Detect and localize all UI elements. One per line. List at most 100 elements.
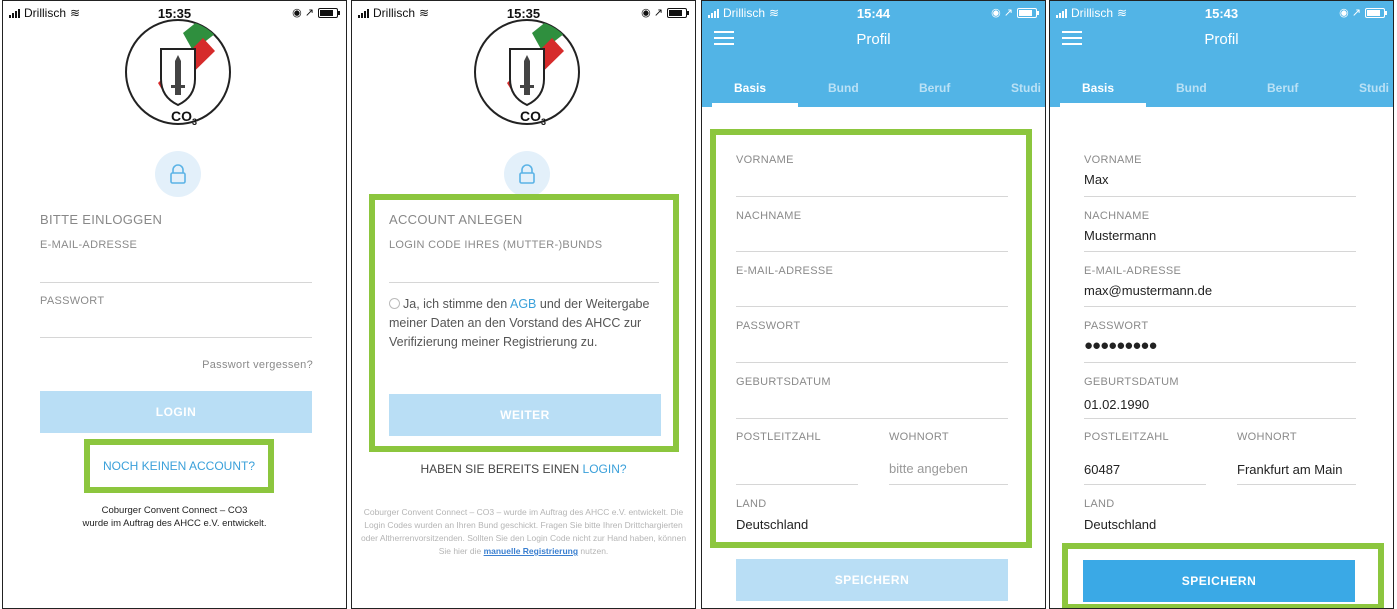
birthdate-label: GEBURTSDATUM: [1084, 376, 1179, 388]
email-input[interactable]: [40, 282, 312, 283]
email-label: E-MAIL-ADRESSE: [736, 265, 834, 277]
active-tab-indicator: [1060, 103, 1146, 107]
agb-link[interactable]: AGB: [510, 297, 536, 311]
tab-bund[interactable]: Bund: [828, 81, 859, 95]
battery-icon: [1365, 7, 1387, 18]
profile-header: Drillisch ≋ 15:44 ◉ ↗ Profil Basis Bund B…: [702, 1, 1045, 107]
lastname-input[interactable]: Mustermann: [1084, 228, 1156, 243]
zip-underline: [1084, 484, 1206, 485]
tab-studium[interactable]: Studi: [1011, 81, 1041, 95]
svg-text:CO: CO: [520, 108, 541, 124]
location-icon: ◉ ↗: [1339, 7, 1361, 19]
password-input[interactable]: [40, 337, 312, 338]
battery-icon: [667, 7, 689, 18]
footer-end: nutzen.: [578, 546, 609, 556]
lastname-label: NACHNAME: [1084, 210, 1150, 222]
password-input[interactable]: [736, 362, 1008, 363]
zip-label: POSTLEITZAHL: [1084, 431, 1169, 443]
tab-studium[interactable]: Studi: [1359, 81, 1389, 95]
tab-basis[interactable]: Basis: [734, 81, 766, 95]
birthdate-input[interactable]: 01.02.1990: [1084, 397, 1149, 412]
password-label: PASSWORT: [736, 320, 801, 332]
firstname-input[interactable]: Max: [1084, 172, 1109, 187]
city-label: WOHNORT: [1237, 431, 1297, 443]
lastname-label: NACHNAME: [736, 210, 802, 222]
tab-beruf[interactable]: Beruf: [919, 81, 950, 95]
register-footer: Coburger Convent Connect – CO3 – wurde i…: [358, 506, 689, 558]
country-label: LAND: [736, 498, 767, 510]
lastname-underline: [1084, 251, 1356, 252]
firstname-label: VORNAME: [1084, 154, 1142, 166]
have-account-text: HABEN SIE BEREITS EINEN LOGIN?: [352, 462, 695, 476]
login-button[interactable]: LOGIN: [40, 391, 312, 433]
co3-logo: CO 3: [474, 19, 580, 127]
lastname-input[interactable]: [736, 251, 1008, 252]
page-title: Profil: [856, 31, 891, 48]
next-button[interactable]: WEITER: [389, 394, 661, 436]
consent-pre: Ja, ich stimme den: [403, 297, 510, 311]
birthdate-label: GEBURTSDATUM: [736, 376, 831, 388]
battery-icon: [1017, 7, 1039, 18]
email-label: E-MAIL-ADRESSE: [1084, 265, 1182, 277]
login-code-label: LOGIN CODE IHRES (MUTTER-)BUNDS: [389, 239, 603, 251]
svg-text:3: 3: [192, 117, 197, 127]
location-icon: ◉ ↗: [292, 7, 314, 19]
lock-icon: [504, 151, 550, 197]
login-link[interactable]: LOGIN?: [583, 462, 627, 476]
status-bar: Drillisch ≋ 15:44 ◉ ↗: [702, 1, 1045, 23]
tab-bund[interactable]: Bund: [1176, 81, 1207, 95]
register-heading: ACCOUNT ANLEGEN: [389, 212, 523, 227]
profile-filled-screen: Drillisch ≋ 15:43 ◉ ↗ Profil Basis Bund B…: [1049, 0, 1394, 609]
zip-input[interactable]: [736, 484, 858, 485]
profile-header: Drillisch ≋ 15:43 ◉ ↗ Profil Basis Bund B…: [1050, 1, 1393, 107]
country-select[interactable]: Deutschland: [736, 517, 808, 532]
svg-text:CO: CO: [171, 108, 192, 124]
city-input[interactable]: bitte angeben: [889, 461, 968, 476]
register-screen: Drillisch ≋ 15:35 ◉ ↗ CO 3 ACCOUNT ANLEGE…: [351, 0, 696, 609]
save-button[interactable]: SPEICHERN: [736, 559, 1008, 601]
city-underline: [1237, 484, 1356, 485]
location-icon: ◉ ↗: [641, 7, 663, 19]
save-button[interactable]: SPEICHERN: [1083, 560, 1355, 602]
zip-input[interactable]: 60487: [1084, 462, 1120, 477]
have-account-label: HABEN SIE BEREITS EINEN: [420, 462, 583, 476]
battery-icon: [318, 7, 340, 18]
city-input-line: [889, 484, 1008, 485]
co3-logo: CO 3: [125, 19, 231, 127]
city-input[interactable]: Frankfurt am Main: [1237, 462, 1342, 477]
email-input[interactable]: max@mustermann.de: [1084, 283, 1212, 298]
email-input[interactable]: [736, 306, 1008, 307]
country-label: LAND: [1084, 498, 1115, 510]
no-account-link[interactable]: NOCH KEINEN ACCOUNT?: [90, 459, 268, 473]
firstname-input[interactable]: [736, 196, 1008, 197]
login-code-input[interactable]: [389, 282, 659, 283]
firstname-underline: [1084, 196, 1356, 197]
consent-checkbox[interactable]: [389, 298, 400, 309]
city-label: WOHNORT: [889, 431, 949, 443]
password-label: PASSWORT: [40, 295, 105, 307]
location-icon: ◉ ↗: [991, 7, 1013, 19]
tab-basis[interactable]: Basis: [1082, 81, 1114, 95]
birthdate-input[interactable]: [736, 418, 1008, 419]
profile-empty-screen: Drillisch ≋ 15:44 ◉ ↗ Profil Basis Bund B…: [701, 0, 1046, 609]
password-input[interactable]: ●●●●●●●●●: [1084, 337, 1158, 354]
email-underline: [1084, 306, 1356, 307]
manual-registration-link[interactable]: manuelle Registrierung: [484, 546, 578, 556]
login-heading: BITTE EINLOGGEN: [40, 212, 163, 227]
email-label: E-MAIL-ADRESSE: [40, 239, 138, 251]
login-footer: Coburger Convent Connect – CO3 wurde im …: [3, 504, 346, 530]
password-underline: [1084, 362, 1356, 363]
password-label: PASSWORT: [1084, 320, 1149, 332]
firstname-label: VORNAME: [736, 154, 794, 166]
login-screen: Drillisch ≋ 15:35 ◉ ↗ CO 3 BITTE EINLOGGE…: [2, 0, 347, 609]
footer-line: wurde im Auftrag des AHCC e.V. entwickel…: [82, 518, 267, 529]
tab-beruf[interactable]: Beruf: [1267, 81, 1298, 95]
consent-text: Ja, ich stimme den AGB und der Weitergab…: [389, 295, 661, 352]
birthdate-underline: [1084, 418, 1356, 419]
zip-label: POSTLEITZAHL: [736, 431, 821, 443]
active-tab-indicator: [712, 103, 798, 107]
forgot-password-link[interactable]: Passwort vergessen?: [202, 359, 313, 371]
lock-icon: [155, 151, 201, 197]
country-select[interactable]: Deutschland: [1084, 517, 1156, 532]
status-bar: Drillisch ≋ 15:43 ◉ ↗: [1050, 1, 1393, 23]
